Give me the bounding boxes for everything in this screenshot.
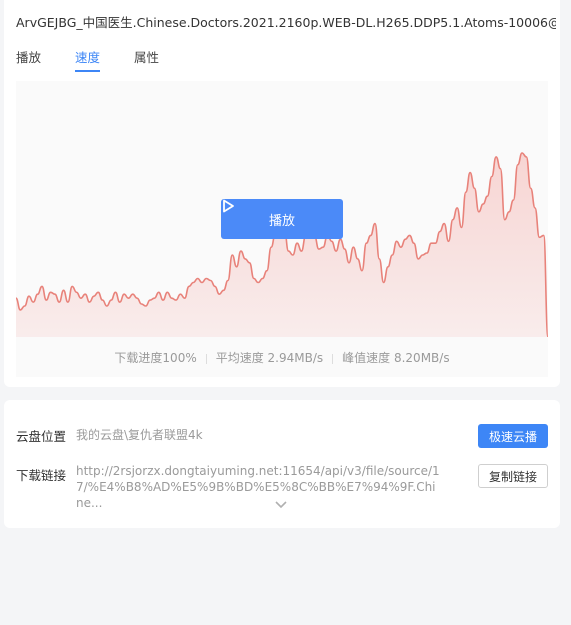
play-icon [223,199,234,213]
fast-cloud-play-button[interactable]: 极速云播 [478,424,548,448]
play-button[interactable]: 播放 [221,199,343,239]
file-title: ArvGEJBG_中国医生.Chinese.Doctors.2021.2160p… [16,15,556,30]
play-button-label: 播放 [268,213,295,229]
tab-properties[interactable]: 属性 [134,47,159,70]
speed-chart: 播放 下载进度100% 平均速度 2.94MB/s 峰值速度 8.20MB/s [16,81,548,377]
tab-play[interactable]: 播放 [16,47,41,70]
copy-link-button[interactable]: 复制链接 [478,464,548,488]
divider [332,353,334,364]
peak-speed: 峰值速度 8.20MB/s [342,351,450,365]
divider [205,353,207,364]
download-link-label: 下载链接 [16,468,67,483]
download-progress: 下载进度100% [114,351,197,365]
tab-speed[interactable]: 速度 [75,47,101,72]
cloud-card: 云盘位置 我的云盘\复仇者联盟4k 极速云播 下载链接 http://2rsjo… [4,400,560,528]
cloud-location-value: 我的云盘\复仇者联盟4k [76,428,203,442]
download-link-value[interactable]: http://2rsjorzx.dongtaiyuming.net:11654/… [76,463,441,511]
cloud-location-label: 云盘位置 [16,429,67,444]
chevron-down-icon[interactable] [274,500,288,510]
stats-bar: 下载进度100% 平均速度 2.94MB/s 峰值速度 8.20MB/s [16,349,548,366]
average-speed: 平均速度 2.94MB/s [215,351,324,365]
file-info-card: ArvGEJBG_中国医生.Chinese.Doctors.2021.2160p… [4,0,560,387]
